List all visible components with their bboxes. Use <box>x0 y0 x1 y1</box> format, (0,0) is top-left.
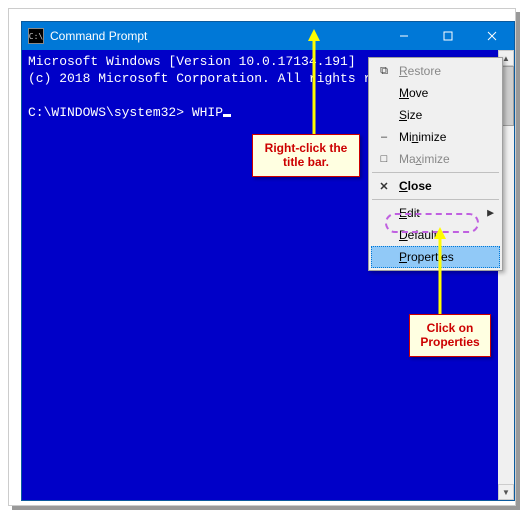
console-prompt: C:\WINDOWS\system32> WHIP <box>28 105 223 120</box>
close-button[interactable] <box>470 22 514 50</box>
window-title: Command Prompt <box>50 29 382 43</box>
submenu-arrow-icon: ▶ <box>487 208 494 219</box>
callout-properties: Click on Properties <box>409 314 491 357</box>
menu-close[interactable]: ✕ Close <box>371 175 500 197</box>
maximize-icon <box>443 31 453 41</box>
maximize-icon: □ <box>377 152 391 166</box>
close-icon <box>487 31 497 41</box>
close-icon: ✕ <box>377 179 391 193</box>
console-line: Microsoft Windows [Version 10.0.17134.19… <box>28 54 356 69</box>
restore-icon: ⧉ <box>377 64 391 78</box>
menu-label: Minimize <box>399 130 446 144</box>
menu-properties[interactable]: Properties <box>371 246 500 268</box>
menu-restore: ⧉ Restore <box>371 60 500 82</box>
text-cursor <box>223 114 231 117</box>
menu-label: Properties <box>399 250 454 264</box>
menu-edit[interactable]: Edit ▶ <box>371 202 500 224</box>
menu-label: Restore <box>399 64 441 78</box>
cmd-icon: C:\ <box>28 28 44 44</box>
menu-label: Close <box>399 179 432 193</box>
system-context-menu: ⧉ Restore Move Size – Minimize □ Maximiz… <box>368 57 503 271</box>
scroll-down-button[interactable]: ▼ <box>498 484 514 500</box>
menu-move[interactable]: Move <box>371 82 500 104</box>
menu-size[interactable]: Size <box>371 104 500 126</box>
menu-label: Edit <box>399 206 420 220</box>
minimize-button[interactable] <box>382 22 426 50</box>
menu-minimize[interactable]: – Minimize <box>371 126 500 148</box>
menu-separator <box>372 199 499 200</box>
menu-label: Size <box>399 108 422 122</box>
callout-titlebar: Right-click the title bar. <box>252 134 360 177</box>
minimize-icon: – <box>377 130 391 144</box>
maximize-button[interactable] <box>426 22 470 50</box>
menu-label: Defaults <box>399 228 443 242</box>
title-bar[interactable]: C:\ Command Prompt <box>22 22 514 50</box>
outer-border-frame: C:\ Command Prompt Microsoft Windows [Ve… <box>8 8 516 506</box>
menu-defaults[interactable]: Defaults <box>371 224 500 246</box>
minimize-icon <box>399 31 409 41</box>
menu-maximize: □ Maximize <box>371 148 500 170</box>
menu-label: Move <box>399 86 428 100</box>
menu-label: Maximize <box>399 152 450 166</box>
menu-separator <box>372 172 499 173</box>
